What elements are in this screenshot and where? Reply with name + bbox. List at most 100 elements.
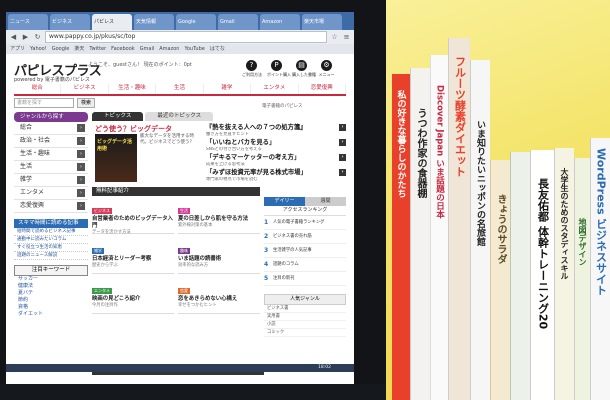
browser-tab[interactable]: ビジネス — [50, 14, 90, 30]
feature-title[interactable]: どう使う？ビッグデータ — [95, 124, 172, 134]
genre-link[interactable]: コミック — [264, 329, 346, 337]
browser-tab[interactable]: Amazon — [260, 14, 300, 30]
keyword-link[interactable]: 節約 — [14, 297, 88, 304]
tab-daily[interactable]: デイリー — [264, 197, 305, 206]
ranking-item[interactable]: 1 人気の電子書籍ランキング — [264, 216, 346, 230]
sidebar-item[interactable]: 雑学 › — [14, 174, 88, 187]
points-button[interactable]: P ポイント購入 — [267, 60, 291, 78]
category-badge: 趣味 — [178, 248, 190, 254]
bookmark[interactable]: Twitter — [89, 44, 106, 54]
search-input[interactable]: 書籍を探す — [14, 98, 74, 108]
bookmark[interactable]: Facebook — [111, 44, 135, 54]
book-title: Discover Japan いま話題の日本 — [434, 85, 445, 219]
book-title: うつわ作家の食器棚 — [415, 108, 426, 198]
browser-tab[interactable]: Gmail — [218, 14, 258, 30]
browser-tabbar: ニュース ビジネス パピレス 天気情報 Google Gmail Amazon … — [6, 12, 354, 30]
headline-link[interactable]: 「デキるマーケッターの考え方」 › — [206, 154, 346, 162]
sidebar-item[interactable]: 恋愛復興 › — [14, 200, 88, 213]
ranking-item[interactable]: 2 ビジネス書の売れ筋 — [264, 230, 346, 244]
bookmark[interactable]: Yahoo! — [30, 44, 47, 54]
headline-link[interactable]: 『熱を抜える人への７つの処方箋』 › — [206, 124, 346, 132]
article-card[interactable]: 雑学 日本経済とリーダー考察 歴史から学ぶ — [92, 237, 174, 274]
headline-link[interactable]: 「みずほ投資元率が見る株式市場」 › — [206, 169, 346, 177]
nav-item[interactable]: 生活・趣味 — [109, 84, 157, 94]
promo-link[interactable]: すぐ役立つ生活の知恵 — [14, 244, 88, 252]
keyword-link[interactable]: 健康法 — [14, 283, 88, 290]
article-sub: 効率的な読み方 — [178, 263, 209, 268]
browser-tab[interactable]: Google — [176, 14, 216, 30]
browser-tab[interactable]: 楽天市場 — [302, 14, 342, 30]
back-icon[interactable]: ◀ — [9, 33, 18, 42]
book-title: WordPress ビジネスサイト — [594, 148, 608, 296]
sidebar-item[interactable]: エンタメ › — [14, 187, 88, 200]
nav-item[interactable]: 恋愛復興 — [299, 84, 346, 94]
keyword-link[interactable]: 資格 — [14, 304, 88, 311]
article-title: 夏の日差しから肌を守る方法 — [178, 216, 249, 222]
article-sub: 歴史から学ぶ — [92, 263, 118, 268]
ranking-label: アクセスランキング — [264, 206, 346, 216]
article-card[interactable]: ビジネス 自営業者のためのビッグデータ入門 データを活かす方法 — [92, 197, 174, 235]
menu-icon[interactable]: ≡ — [342, 33, 351, 42]
browser-tab[interactable]: ニュース — [8, 14, 48, 30]
book-title: いま知りたいニッポンの名旅館 — [475, 120, 485, 246]
genre-link[interactable]: 実用書 — [264, 313, 346, 321]
bookmark[interactable]: Gmail — [140, 44, 155, 54]
tab-topics[interactable]: トピックス — [92, 112, 144, 121]
bookmark[interactable]: はてな — [210, 44, 225, 54]
sidebar-item[interactable]: 政治・社会 › — [14, 135, 88, 148]
keyword-link[interactable]: サッカー — [14, 276, 88, 283]
sidebar-item[interactable]: 総合 › — [14, 122, 88, 135]
bookmark[interactable]: アプリ — [10, 44, 25, 54]
feature-cover-caption: ビッグデータ活用術 — [97, 139, 133, 152]
article-card[interactable]: 生活 夏の日差しから肌を守る方法 紫外線対策の基本 — [178, 197, 260, 234]
bookmark[interactable]: YouTube — [184, 44, 204, 54]
article-title: 映画の見どころ紹介 — [92, 296, 141, 302]
book-title: きょうのサラダ — [495, 194, 506, 264]
nav-item[interactable]: ビジネス — [61, 84, 109, 94]
article-sub: 今月の注目作 — [92, 303, 118, 308]
sidebar-item-label: 生活・趣味 — [20, 150, 51, 157]
ranking-item[interactable]: 5 注目の新刊 — [264, 272, 346, 286]
tab-weekly[interactable]: 週間 — [305, 197, 346, 206]
genre-link[interactable]: ビジネス書 — [264, 305, 346, 313]
headline-link[interactable]: 「いいねとバカを見る」 › — [206, 139, 346, 147]
free-articles-grid: ビジネス 自営業者のためのビッグデータ入門 データを活かす方法 生活 夏の日差しから肌… — [92, 197, 260, 345]
browser-tab[interactable]: 天気情報 — [134, 14, 174, 30]
help-button[interactable]: ? ご利用方法 — [242, 60, 262, 78]
ranking-item[interactable]: 4 話題のコラム — [264, 258, 346, 272]
sidebar-item[interactable]: 生活・趣味 › — [14, 148, 88, 161]
browser-toolbar: ◀ ▶ ↻ www.pappy.co.jp/pkus/sc/top ☆ ≡ — [6, 30, 354, 44]
browser-tab-active[interactable]: パピレス — [92, 14, 132, 30]
tab-recent-topics[interactable]: 最近のトピックス — [145, 112, 214, 121]
cart-button[interactable]: ▤ 購入した書籍 — [292, 60, 316, 78]
ranking-number: 1 — [264, 219, 269, 226]
keyword-link[interactable]: ダイエット — [14, 311, 88, 318]
ranking-item[interactable]: 3 生活雑学の人気記事 — [264, 244, 346, 258]
bookmark[interactable]: Google — [52, 44, 70, 54]
article-card[interactable]: 恋愛 恋をあきらめない心構え 幸せをつかむヒント — [178, 277, 260, 314]
menu-button[interactable]: ⚙ メニュー — [317, 60, 336, 78]
nav-item[interactable]: 雑学 — [204, 84, 252, 94]
book-spine: 地図デザイン — [574, 158, 590, 400]
bookmark[interactable]: Amazon — [159, 44, 179, 54]
address-bar[interactable]: www.pappy.co.jp/pkus/sc/top — [45, 31, 327, 43]
forward-icon[interactable]: ▶ — [21, 33, 30, 42]
article-card[interactable]: エンタメ 映画の見どころ紹介 今月の注目作 — [92, 277, 174, 314]
keyword-link[interactable]: 夏バテ — [14, 290, 88, 297]
nav-item[interactable]: エンタメ — [251, 84, 299, 94]
nav-item[interactable]: 生活 — [156, 84, 204, 94]
reload-icon[interactable]: ↻ — [33, 33, 42, 42]
sidebar-item[interactable]: 生活 › — [14, 161, 88, 174]
sidebar-item-label: 政治・社会 — [20, 137, 51, 144]
article-card[interactable]: 趣味 いま話題の読書術 効率的な読み方 — [178, 237, 260, 274]
genre-link[interactable]: 小説 — [264, 321, 346, 329]
promo-link[interactable]: 話題のニュース解説 — [14, 252, 88, 260]
promo-link[interactable]: 通勤中に読みたいコラム — [14, 236, 88, 244]
star-icon[interactable]: ☆ — [330, 33, 339, 42]
feature-book-cover[interactable]: ビッグデータ活用術 — [95, 134, 137, 182]
nav-item[interactable]: 総合 — [14, 84, 62, 94]
search-button[interactable]: 検索 — [77, 98, 95, 108]
promo-link[interactable]: 短時間で読めるビジネス記事 — [14, 228, 88, 236]
breadcrumb[interactable]: 電子書籍のパピレス — [262, 103, 303, 109]
bookmark[interactable]: 楽天 — [74, 44, 84, 54]
